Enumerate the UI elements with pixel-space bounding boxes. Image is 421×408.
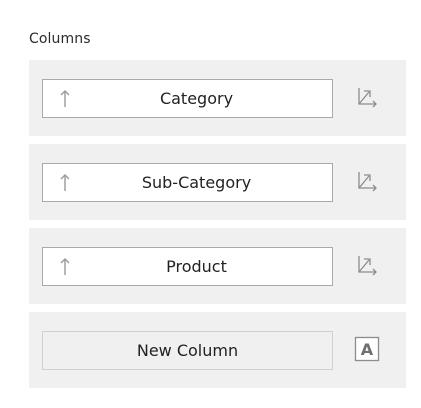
columns-panel: Columns Category Sub-Category Product Ne…	[0, 0, 421, 408]
column-field-sub-category[interactable]: Sub-Category	[42, 163, 333, 202]
column-field-product[interactable]: Product	[42, 247, 333, 286]
column-field-label: Product	[166, 257, 227, 276]
sort-options-icon[interactable]	[354, 168, 380, 194]
svg-text:A: A	[361, 340, 374, 359]
column-row-category: Category	[29, 60, 406, 136]
new-column-row: New Column A	[29, 312, 406, 388]
column-row-sub-category: Sub-Category	[29, 144, 406, 220]
sort-options-icon[interactable]	[354, 252, 380, 278]
sort-options-icon[interactable]	[354, 84, 380, 110]
column-field-category[interactable]: Category	[42, 79, 333, 118]
columns-section-title: Columns	[29, 31, 91, 47]
text-type-icon[interactable]: A	[354, 336, 380, 362]
new-column-button[interactable]: New Column	[42, 331, 333, 370]
column-field-label: Category	[159, 89, 234, 108]
column-field-label: Sub-Category	[141, 173, 252, 192]
column-row-product: Product	[29, 228, 406, 304]
